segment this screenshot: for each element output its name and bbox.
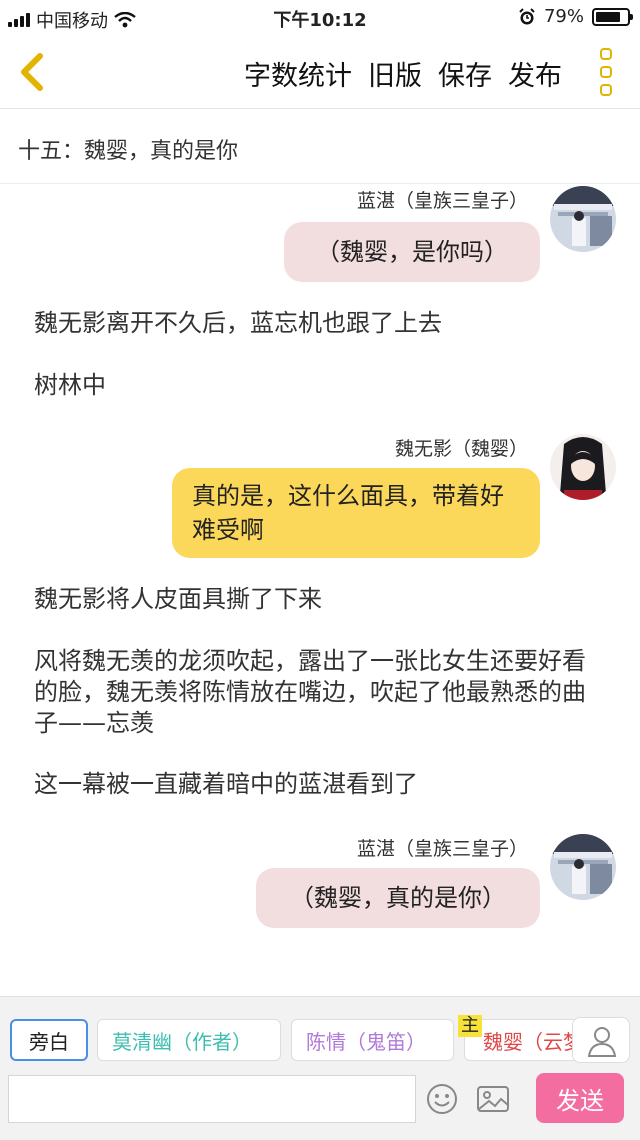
header-actions: 字数统计 旧版 保存 发布	[244, 54, 562, 93]
message-bubble[interactable]: （魏婴，真的是你）	[256, 868, 540, 928]
role-chip-narrator[interactable]: 旁白	[10, 1019, 88, 1061]
more-icon[interactable]	[600, 48, 616, 96]
composer-panel: 旁白 莫清幽（作者） 陈情（鬼笛） 魏婴（云梦 主 发送	[0, 996, 640, 1140]
status-right: 79%	[518, 6, 633, 27]
role-chip-weiying[interactable]: 魏婴（云梦	[464, 1019, 586, 1061]
message-bubble[interactable]: （魏婴，是你吗）	[284, 222, 540, 282]
editor-header: 字数统计 旧版 保存 发布	[0, 36, 640, 109]
avatar[interactable]	[550, 186, 616, 252]
speaker-name: 蓝湛（皇族三皇子）	[356, 838, 528, 860]
role-chip-chenqing[interactable]: 陈情（鬼笛）	[291, 1019, 454, 1061]
main-role-badge: 主	[458, 1015, 482, 1037]
role-label: 旁白	[29, 1029, 69, 1054]
back-icon[interactable]	[14, 50, 54, 94]
alarm-icon	[519, 7, 535, 24]
narration-text[interactable]: 树林中	[34, 370, 604, 401]
avatar[interactable]	[550, 434, 616, 500]
publish-button[interactable]: 发布	[508, 54, 562, 93]
narration-text[interactable]: 这一幕被一直藏着暗中的蓝湛看到了	[34, 769, 604, 800]
narration-text[interactable]: 风将魏无羡的龙须吹起，露出了一张比女生还要好看的脸，魏无羡将陈情放在嘴边，吹起了…	[34, 646, 604, 739]
old-version-button[interactable]: 旧版	[368, 54, 422, 93]
speaker-name: 蓝湛（皇族三皇子）	[356, 190, 528, 212]
role-label: 陈情（鬼笛）	[306, 1029, 426, 1054]
avatar[interactable]	[550, 834, 616, 900]
speaker-name: 魏无影（魏婴）	[394, 438, 528, 460]
narration-text[interactable]: 魏无影将人皮面具撕了下来	[34, 584, 604, 615]
chapter-title: 十五：魏婴，真的是你	[18, 139, 239, 164]
role-chip-author[interactable]: 莫清幽（作者）	[97, 1019, 281, 1061]
emoji-icon[interactable]	[426, 1083, 458, 1115]
message-bubble[interactable]: 真的是，这什么面具，带着好难受啊	[172, 468, 540, 558]
word-count-button[interactable]: 字数统计	[244, 54, 352, 93]
chapter-title-bar[interactable]: 十五：魏婴，真的是你	[0, 109, 640, 184]
battery-icon	[592, 7, 633, 26]
status-bar: 中国移动 下午10:12 79%	[0, 0, 640, 36]
save-button[interactable]: 保存	[438, 54, 492, 93]
user-icon[interactable]	[572, 1017, 630, 1063]
send-button[interactable]: 发送	[536, 1073, 624, 1123]
narration-text[interactable]: 魏无影离开不久后，蓝忘机也跟了上去	[34, 308, 604, 339]
role-label: 魏婴（云梦	[483, 1029, 583, 1054]
message-input[interactable]	[8, 1075, 416, 1123]
role-label: 莫清幽（作者）	[112, 1029, 252, 1054]
battery-percent: 79%	[543, 6, 584, 27]
image-icon[interactable]	[476, 1083, 510, 1115]
